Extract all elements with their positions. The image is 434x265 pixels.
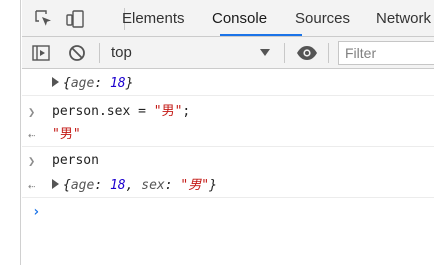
console-entry: ❯ person.sex = "男"; [22, 100, 434, 124]
result-arrow-icon: ⇠ [28, 128, 36, 142]
console-entry: ❯ person [22, 149, 434, 173]
console-entry: {age: 18} [22, 72, 434, 96]
input-chevron-icon: ❯ [28, 154, 36, 168]
context-selector[interactable]: top [111, 37, 132, 68]
console-entry: ⇠ "男" [22, 123, 434, 147]
eye-icon[interactable] [296, 43, 317, 63]
console-entry: ⇠ {age: 18, sex: "男"} [22, 174, 434, 198]
input-chevron-icon: ❯ [28, 105, 36, 119]
inspect-element-icon[interactable] [34, 9, 54, 29]
object-preview[interactable]: {age: 18} [52, 72, 133, 96]
console-input-line: person [52, 153, 99, 168]
tab-console[interactable]: Console [212, 0, 267, 37]
expand-triangle-icon[interactable] [52, 77, 59, 87]
toolbar-separator [284, 43, 285, 63]
tab-elements[interactable]: Elements [122, 0, 185, 37]
console-toolbar: top [22, 37, 434, 69]
filter-input[interactable] [338, 41, 434, 65]
tab-network[interactable]: Network [376, 0, 431, 37]
clear-console-icon[interactable] [67, 43, 87, 63]
sidebar-toggle-icon[interactable] [31, 43, 51, 63]
result-arrow-icon: ⇠ [28, 179, 36, 193]
console-prompt-row[interactable]: › [22, 200, 434, 224]
console-result: "男" [52, 127, 81, 142]
object-preview[interactable]: {age: 18, sex: "男"} [52, 174, 217, 198]
left-panel-edge [0, 0, 21, 265]
expand-triangle-icon[interactable] [52, 179, 59, 189]
devtools-tabbar: Elements Console Sources Network [22, 0, 434, 37]
console-output: {age: 18} ❯ person.sex = "男"; ⇠ "男" ❯ pe… [22, 70, 434, 265]
console-input-line: person.sex = "男"; [52, 104, 191, 119]
toolbar-separator [99, 43, 100, 63]
active-tab-indicator [220, 34, 302, 36]
dropdown-caret-icon[interactable] [260, 49, 270, 56]
prompt-icon: › [32, 204, 41, 220]
tab-sources[interactable]: Sources [295, 0, 350, 37]
device-toolbar-icon[interactable] [65, 9, 85, 29]
toolbar-separator [328, 43, 329, 63]
